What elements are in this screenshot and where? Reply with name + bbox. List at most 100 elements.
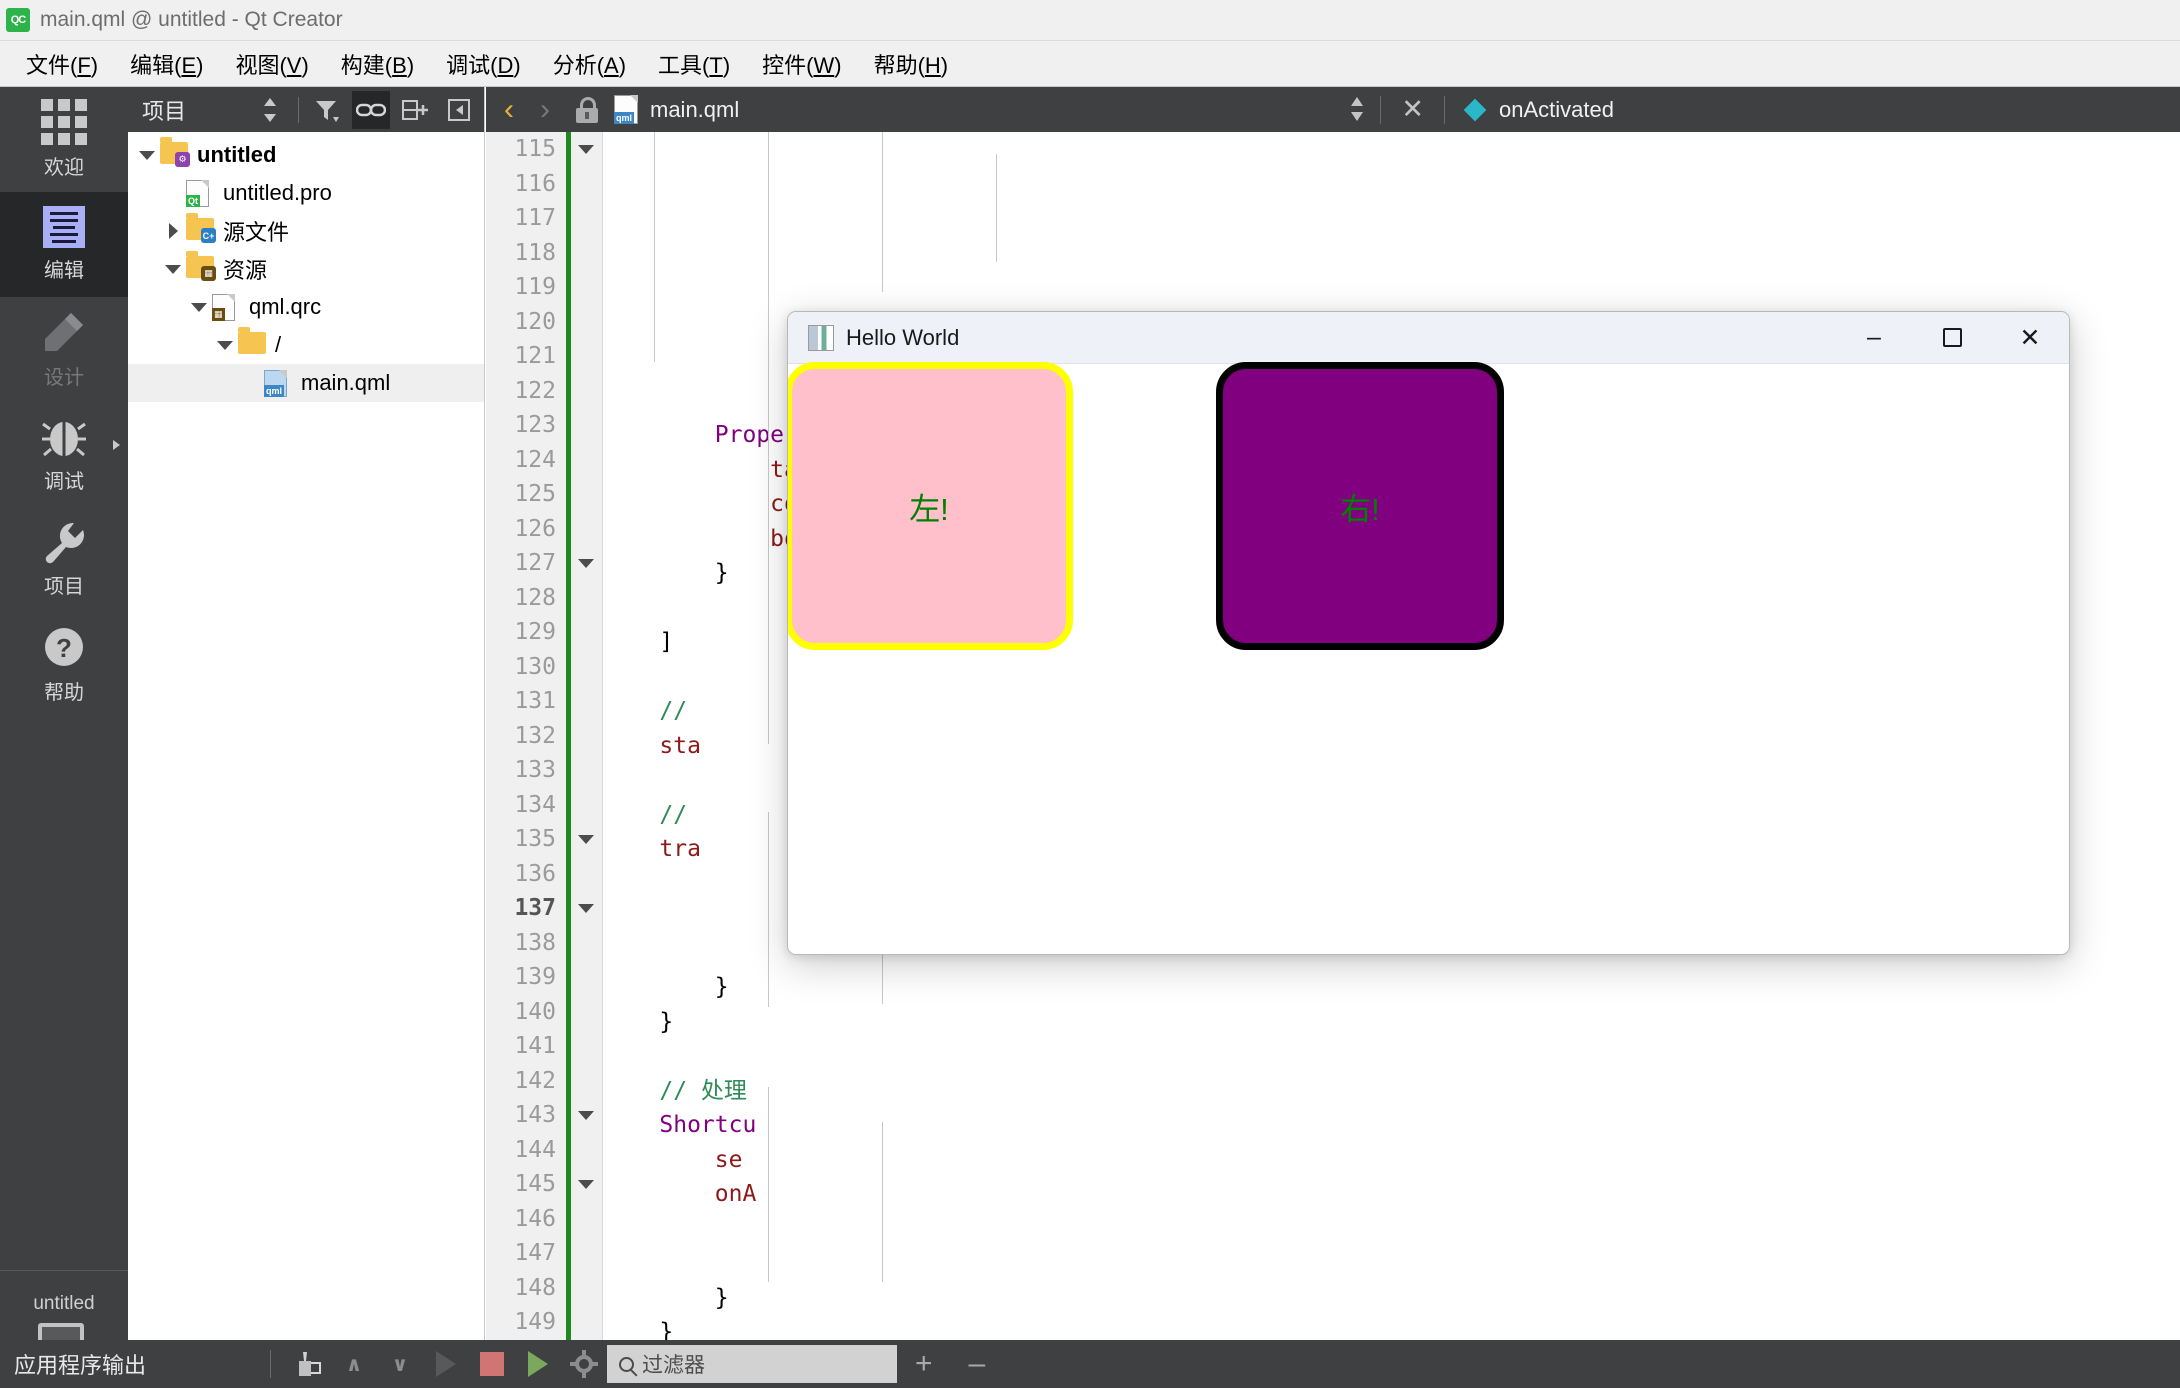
tree-item[interactable]: Qt untitled.pro bbox=[128, 174, 484, 212]
hello-world-dialog[interactable]: Hello World – ✕ 左! 右! bbox=[787, 311, 2070, 955]
tree-item[interactable]: C+ 源文件 bbox=[128, 212, 484, 250]
window-titlebar: QC main.qml @ untitled - Qt Creator bbox=[0, 0, 2180, 41]
mode-button-edit[interactable]: 编辑 bbox=[0, 192, 128, 297]
dialog-titlebar[interactable]: Hello World – ✕ bbox=[788, 312, 2069, 364]
line-number: 139 bbox=[514, 964, 556, 990]
tree-item-label: untitled bbox=[197, 142, 277, 167]
tree-item[interactable]: qml main.qml bbox=[128, 364, 484, 402]
mode-button-question[interactable]: ? 帮助 bbox=[0, 612, 128, 717]
gear-icon[interactable] bbox=[561, 1345, 607, 1383]
window-title: main.qml @ untitled - Qt Creator bbox=[40, 8, 343, 31]
qt-pro-file-icon: Qt bbox=[186, 180, 214, 207]
chevron-down-icon[interactable]: ∨ bbox=[377, 1345, 423, 1383]
mode-button-label: 调试 bbox=[44, 471, 84, 493]
menu-t[interactable]: 工具(T) bbox=[642, 44, 746, 84]
dialog-minimize-button[interactable]: – bbox=[1835, 312, 1913, 364]
mode-button-pencil[interactable]: 设计 bbox=[0, 297, 128, 402]
tree-item[interactable]: ⚙ untitled bbox=[128, 136, 484, 174]
mode-button-grid[interactable]: 欢迎 bbox=[0, 87, 128, 192]
menu-d[interactable]: 调试(D) bbox=[430, 44, 537, 84]
dialog-maximize-button[interactable] bbox=[1913, 312, 1991, 364]
menu-v[interactable]: 视图(V) bbox=[219, 44, 324, 84]
fold-toggle-icon[interactable] bbox=[578, 904, 594, 913]
fold-toggle-icon[interactable] bbox=[578, 1111, 594, 1120]
line-number: 143 bbox=[514, 1102, 556, 1128]
close-document-button[interactable]: ✕ bbox=[1387, 94, 1438, 125]
line-number: 147 bbox=[514, 1240, 556, 1266]
right-rectangle-label: 右! bbox=[1340, 491, 1380, 527]
line-number: 125 bbox=[514, 481, 556, 507]
line-number: 134 bbox=[514, 791, 556, 818]
tree-item-label: main.qml bbox=[301, 370, 391, 395]
broom-icon[interactable] bbox=[285, 1345, 331, 1383]
tree-item-label: 资源 bbox=[223, 258, 268, 283]
menu-e[interactable]: 编辑(E) bbox=[114, 44, 219, 84]
line-number: 136 bbox=[514, 860, 556, 887]
project-folder-icon: ⚙ bbox=[160, 137, 190, 168]
bottombar-divider bbox=[270, 1350, 272, 1378]
output-pane-title[interactable]: 应用程序输出 bbox=[14, 1348, 146, 1380]
zoom-out-button[interactable]: – bbox=[951, 1349, 1004, 1379]
unlocked-icon[interactable] bbox=[576, 96, 598, 123]
code-line: se bbox=[714, 1146, 743, 1173]
mode-button-label: 编辑 bbox=[44, 260, 84, 282]
editor-filename[interactable]: main.qml bbox=[650, 97, 739, 123]
tree-item[interactable]: / bbox=[128, 326, 484, 364]
document-list-button[interactable] bbox=[1340, 94, 1374, 126]
tree-twisty-icon[interactable] bbox=[160, 223, 186, 239]
collapse-panel-icon[interactable] bbox=[440, 91, 478, 129]
line-number: 135 bbox=[514, 826, 556, 852]
mode-button-label: 设计 bbox=[44, 367, 84, 389]
link-with-editor-icon[interactable] bbox=[352, 90, 390, 129]
mode-button-bug[interactable]: 调试 bbox=[0, 402, 128, 507]
tree-twisty-icon[interactable] bbox=[186, 302, 212, 312]
tree-twisty-icon[interactable] bbox=[212, 340, 238, 350]
output-filter[interactable]: 过滤器 bbox=[607, 1345, 898, 1383]
line-number: 130 bbox=[514, 653, 556, 680]
grid-icon bbox=[41, 99, 87, 145]
mode-button-label: 帮助 bbox=[44, 682, 84, 704]
fold-toggle-icon[interactable] bbox=[578, 1180, 594, 1189]
menu-a[interactable]: 分析(A) bbox=[537, 44, 642, 84]
menu-b[interactable]: 构建(B) bbox=[325, 44, 430, 84]
fold-toggle-icon[interactable] bbox=[578, 835, 594, 844]
resource-folder-icon: ▦ bbox=[186, 251, 216, 282]
symbol-selector[interactable]: onActivated bbox=[1499, 97, 1614, 123]
line-number: 141 bbox=[514, 1033, 556, 1059]
navigate-forward-button[interactable]: › bbox=[530, 94, 560, 125]
fold-toggle-icon[interactable] bbox=[578, 559, 594, 568]
split-add-icon[interactable] bbox=[396, 91, 434, 129]
code-line: } bbox=[604, 974, 729, 1000]
tree-item[interactable]: ▦ 资源 bbox=[128, 250, 484, 288]
filter-icon[interactable] bbox=[308, 91, 346, 129]
diamond-icon bbox=[1463, 98, 1487, 121]
play-debug-icon[interactable] bbox=[515, 1345, 561, 1383]
line-number: 117 bbox=[514, 205, 556, 231]
mode-button-wrench[interactable]: 项目 bbox=[0, 507, 128, 612]
mode-expand-arrow-icon[interactable] bbox=[113, 440, 120, 450]
chevron-up-icon[interactable]: ∧ bbox=[331, 1345, 377, 1383]
stop-square-icon[interactable] bbox=[469, 1345, 515, 1383]
tree-twisty-icon[interactable] bbox=[160, 264, 186, 274]
tree-item[interactable]: ▦ qml.qrc bbox=[128, 288, 484, 326]
output-pane-toolbar: 应用程序输出 ∧ ∨ 过滤器 + – bbox=[0, 1340, 2180, 1388]
tree-twisty-icon[interactable] bbox=[134, 150, 160, 160]
wrench-icon bbox=[45, 522, 84, 564]
right-rectangle[interactable]: 右! bbox=[1216, 362, 1504, 650]
code-folding-column[interactable] bbox=[571, 132, 603, 1340]
fold-toggle-icon[interactable] bbox=[578, 145, 594, 154]
play-icon[interactable] bbox=[423, 1345, 469, 1383]
dialog-close-button[interactable]: ✕ bbox=[1991, 312, 2069, 364]
qrc-file-icon: ▦ bbox=[212, 294, 240, 321]
menu-f[interactable]: 文件(F) bbox=[10, 44, 114, 84]
project-switcher-label: untitled bbox=[33, 1292, 95, 1314]
zoom-in-button[interactable]: + bbox=[897, 1349, 951, 1379]
left-rectangle[interactable]: 左! bbox=[788, 362, 1073, 650]
line-number: 137 bbox=[514, 895, 556, 921]
menu-w[interactable]: 控件(W) bbox=[746, 44, 857, 84]
menu-h[interactable]: 帮助(H) bbox=[858, 44, 965, 84]
sort-toggle-icon[interactable] bbox=[251, 91, 289, 129]
qml-file-icon: qml bbox=[264, 370, 292, 397]
navigate-back-button[interactable]: ‹ bbox=[494, 94, 524, 125]
